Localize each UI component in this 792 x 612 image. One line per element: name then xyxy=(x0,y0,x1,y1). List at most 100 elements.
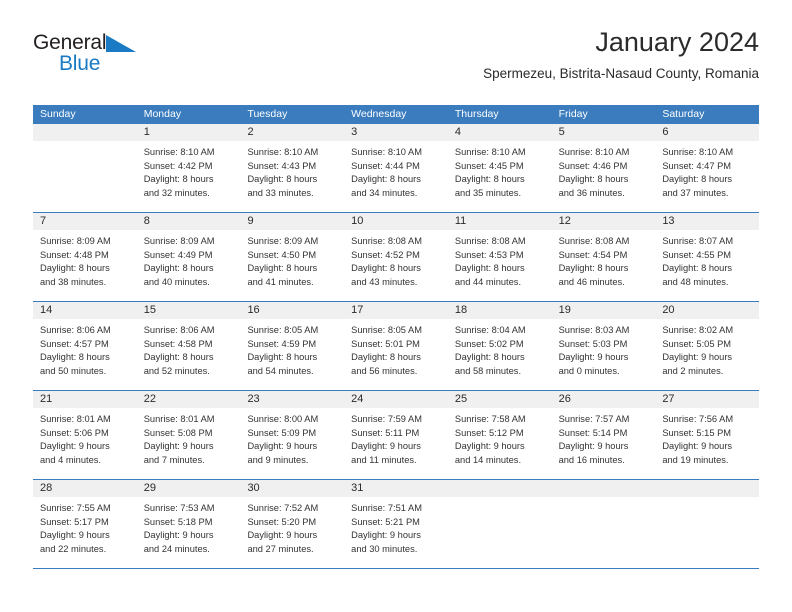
sunrise-text: Sunrise: 8:01 AM xyxy=(143,414,215,424)
daylight-text-line2: and 52 minutes. xyxy=(143,365,210,376)
sunset-text: Sunset: 4:54 PM xyxy=(558,249,628,260)
calendar-day-cell-empty xyxy=(551,480,656,568)
calendar-day-cell[interactable]: 6 Sunrise: 8:10 AM Sunset: 4:47 PM Daylight… xyxy=(655,124,760,212)
day-number: 25 xyxy=(447,391,552,408)
calendar-day-cell[interactable]: 29 Sunrise: 7:53 AM Sunset: 5:18 PM Dayligh… xyxy=(136,480,241,568)
daylight-text-line1: Daylight: 8 hours xyxy=(662,263,733,274)
calendar-day-cell[interactable]: 21 Sunrise: 8:01 AM Sunset: 5:06 PM Dayligh… xyxy=(33,391,137,479)
calendar-day-cell[interactable]: 2 Sunrise: 8:10 AM Sunset: 4:43 PM Daylight… xyxy=(240,124,345,212)
daylight-text-line1: Daylight: 9 hours xyxy=(662,441,733,452)
sunrise-text: Sunrise: 8:06 AM xyxy=(143,325,215,335)
sunrise-text: Sunrise: 7:51 AM xyxy=(351,503,422,513)
sunset-text: Sunset: 5:08 PM xyxy=(143,427,213,438)
day-number: 6 xyxy=(655,124,760,141)
calendar-day-cell[interactable]: 14 Sunrise: 8:06 AM Sunset: 4:57 PM Dayligh… xyxy=(33,302,137,390)
day-details: Sunrise: 8:10 AM Sunset: 4:43 PM Daylight:… xyxy=(240,141,344,206)
sunrise-text: Sunrise: 8:04 AM xyxy=(454,325,526,335)
sunset-text: Sunset: 4:58 PM xyxy=(143,338,213,349)
calendar-day-cell[interactable]: 22 Sunrise: 8:01 AM Sunset: 5:08 PM Dayligh… xyxy=(136,391,241,479)
sunrise-text: Sunrise: 7:57 AM xyxy=(558,414,630,424)
sunrise-text: Sunrise: 8:10 AM xyxy=(143,147,215,157)
calendar-day-cell[interactable]: 31 Sunrise: 7:51 AM Sunset: 5:21 PM Dayligh… xyxy=(344,480,448,568)
daylight-text-line1: Daylight: 8 hours xyxy=(143,263,214,274)
day-number: 15 xyxy=(136,302,241,319)
calendar-day-cell[interactable]: 9 Sunrise: 8:09 AM Sunset: 4:50 PM Daylight… xyxy=(240,213,345,301)
calendar-grid: Sunday Monday Tuesday Wednesday Thursday… xyxy=(33,105,760,569)
calendar-day-cell[interactable]: 11 Sunrise: 8:08 AM Sunset: 4:53 PM Dayligh… xyxy=(447,213,552,301)
calendar-day-cell[interactable]: 7 Sunrise: 8:09 AM Sunset: 4:48 PM Daylight… xyxy=(33,213,137,301)
daylight-text-line2: and 40 minutes. xyxy=(143,276,210,287)
calendar-day-cell[interactable]: 1 Sunrise: 8:10 AM Sunset: 4:42 PM Daylight… xyxy=(136,124,241,212)
day-details: Sunrise: 8:05 AM Sunset: 5:01 PM Daylight:… xyxy=(344,319,448,384)
calendar-day-cell[interactable]: 17 Sunrise: 8:05 AM Sunset: 5:01 PM Dayligh… xyxy=(344,302,448,390)
calendar-weeks: 1 Sunrise: 8:10 AM Sunset: 4:42 PM Daylight… xyxy=(33,124,760,569)
sunrise-text: Sunrise: 8:09 AM xyxy=(247,236,319,246)
calendar-day-cell[interactable]: 19 Sunrise: 8:03 AM Sunset: 5:03 PM Dayligh… xyxy=(551,302,656,390)
daylight-text-line2: and 41 minutes. xyxy=(247,276,314,287)
calendar-day-cell[interactable]: 23 Sunrise: 8:00 AM Sunset: 5:09 PM Dayligh… xyxy=(240,391,345,479)
day-details: Sunrise: 7:53 AM Sunset: 5:18 PM Daylight:… xyxy=(137,497,241,562)
calendar-day-cell[interactable]: 4 Sunrise: 8:10 AM Sunset: 4:45 PM Daylight… xyxy=(447,124,552,212)
calendar-day-cell[interactable]: 13 Sunrise: 8:07 AM Sunset: 4:55 PM Dayligh… xyxy=(655,213,760,301)
sunrise-text: Sunrise: 8:05 AM xyxy=(247,325,319,335)
calendar-day-cell[interactable]: 12 Sunrise: 8:08 AM Sunset: 4:54 PM Dayligh… xyxy=(551,213,656,301)
sunrise-text: Sunrise: 8:06 AM xyxy=(40,325,111,335)
calendar-day-cell[interactable]: 26 Sunrise: 7:57 AM Sunset: 5:14 PM Dayligh… xyxy=(551,391,656,479)
daylight-text-line2: and 7 minutes. xyxy=(143,454,205,465)
sunset-text: Sunset: 5:17 PM xyxy=(40,516,109,527)
day-details: Sunrise: 8:07 AM Sunset: 4:55 PM Daylight:… xyxy=(655,230,759,295)
day-number: 27 xyxy=(655,391,760,408)
daylight-text-line1: Daylight: 9 hours xyxy=(247,530,318,541)
sunset-text: Sunset: 4:44 PM xyxy=(351,160,420,171)
sunset-text: Sunset: 5:06 PM xyxy=(40,427,109,438)
day-details: Sunrise: 8:05 AM Sunset: 4:59 PM Daylight:… xyxy=(240,319,344,384)
calendar-day-cell[interactable]: 30 Sunrise: 7:52 AM Sunset: 5:20 PM Dayligh… xyxy=(240,480,345,568)
calendar-day-cell[interactable]: 16 Sunrise: 8:05 AM Sunset: 4:59 PM Dayligh… xyxy=(240,302,345,390)
sunset-text: Sunset: 4:45 PM xyxy=(454,160,524,171)
logo-text-general: General xyxy=(33,31,107,54)
weekday-header-sunday: Sunday xyxy=(40,108,76,120)
calendar-day-cell[interactable]: 20 Sunrise: 8:02 AM Sunset: 5:05 PM Dayligh… xyxy=(655,302,760,390)
day-details: Sunrise: 8:10 AM Sunset: 4:42 PM Daylight:… xyxy=(137,141,241,206)
calendar-day-cell[interactable]: 10 Sunrise: 8:08 AM Sunset: 4:52 PM Dayligh… xyxy=(344,213,448,301)
calendar-day-cell[interactable]: 3 Sunrise: 8:10 AM Sunset: 4:44 PM Daylight… xyxy=(344,124,448,212)
daylight-text-line1: Daylight: 8 hours xyxy=(662,174,733,185)
sunrise-text: Sunrise: 8:10 AM xyxy=(247,147,319,157)
sunset-text: Sunset: 4:42 PM xyxy=(143,160,213,171)
sunset-text: Sunset: 5:09 PM xyxy=(247,427,317,438)
sunrise-text: Sunrise: 8:02 AM xyxy=(662,325,734,335)
calendar-day-cell[interactable]: 8 Sunrise: 8:09 AM Sunset: 4:49 PM Daylight… xyxy=(136,213,241,301)
day-details: Sunrise: 8:04 AM Sunset: 5:02 PM Daylight:… xyxy=(448,319,552,384)
daylight-text-line2: and 46 minutes. xyxy=(558,276,625,287)
calendar-day-cell[interactable]: 18 Sunrise: 8:04 AM Sunset: 5:02 PM Dayligh… xyxy=(447,302,552,390)
calendar-day-cell[interactable]: 5 Sunrise: 8:10 AM Sunset: 4:46 PM Daylight… xyxy=(551,124,656,212)
daylight-text-line1: Daylight: 8 hours xyxy=(247,263,318,274)
sunrise-text: Sunrise: 8:08 AM xyxy=(454,236,526,246)
sunset-text: Sunset: 4:48 PM xyxy=(40,249,109,260)
sunset-text: Sunset: 5:11 PM xyxy=(351,427,420,438)
day-number: 18 xyxy=(447,302,552,319)
day-details: Sunrise: 7:55 AM Sunset: 5:17 PM Daylight:… xyxy=(33,497,137,562)
day-details: Sunrise: 7:51 AM Sunset: 5:21 PM Daylight:… xyxy=(344,497,448,562)
calendar-day-cell[interactable]: 24 Sunrise: 7:59 AM Sunset: 5:11 PM Dayligh… xyxy=(344,391,448,479)
calendar-day-cell[interactable]: 15 Sunrise: 8:06 AM Sunset: 4:58 PM Dayligh… xyxy=(136,302,241,390)
logo-triangle-icon xyxy=(106,35,137,61)
calendar-day-cell[interactable]: 28 Sunrise: 7:55 AM Sunset: 5:17 PM Dayligh… xyxy=(33,480,137,568)
day-number: 28 xyxy=(33,480,137,497)
day-number: 3 xyxy=(344,124,448,141)
sunset-text: Sunset: 4:52 PM xyxy=(351,249,420,260)
calendar-day-cell-empty xyxy=(447,480,552,568)
weekday-header-monday: Monday xyxy=(143,108,182,120)
calendar-day-cell[interactable]: 27 Sunrise: 7:56 AM Sunset: 5:15 PM Dayligh… xyxy=(655,391,760,479)
sunset-text: Sunset: 4:47 PM xyxy=(662,160,732,171)
day-number xyxy=(551,480,656,497)
sunrise-text: Sunrise: 8:10 AM xyxy=(454,147,526,157)
sunset-text: Sunset: 4:50 PM xyxy=(247,249,317,260)
daylight-text-line2: and 11 minutes. xyxy=(351,454,417,465)
generalblue-logo[interactable]: General Blue xyxy=(33,30,183,78)
daylight-text-line2: and 37 minutes. xyxy=(662,187,729,198)
day-details: Sunrise: 8:06 AM Sunset: 4:57 PM Daylight:… xyxy=(33,319,137,384)
calendar-day-cell[interactable]: 25 Sunrise: 7:58 AM Sunset: 5:12 PM Dayligh… xyxy=(447,391,552,479)
daylight-text-line2: and 33 minutes. xyxy=(247,187,314,198)
sunrise-text: Sunrise: 7:58 AM xyxy=(454,414,526,424)
